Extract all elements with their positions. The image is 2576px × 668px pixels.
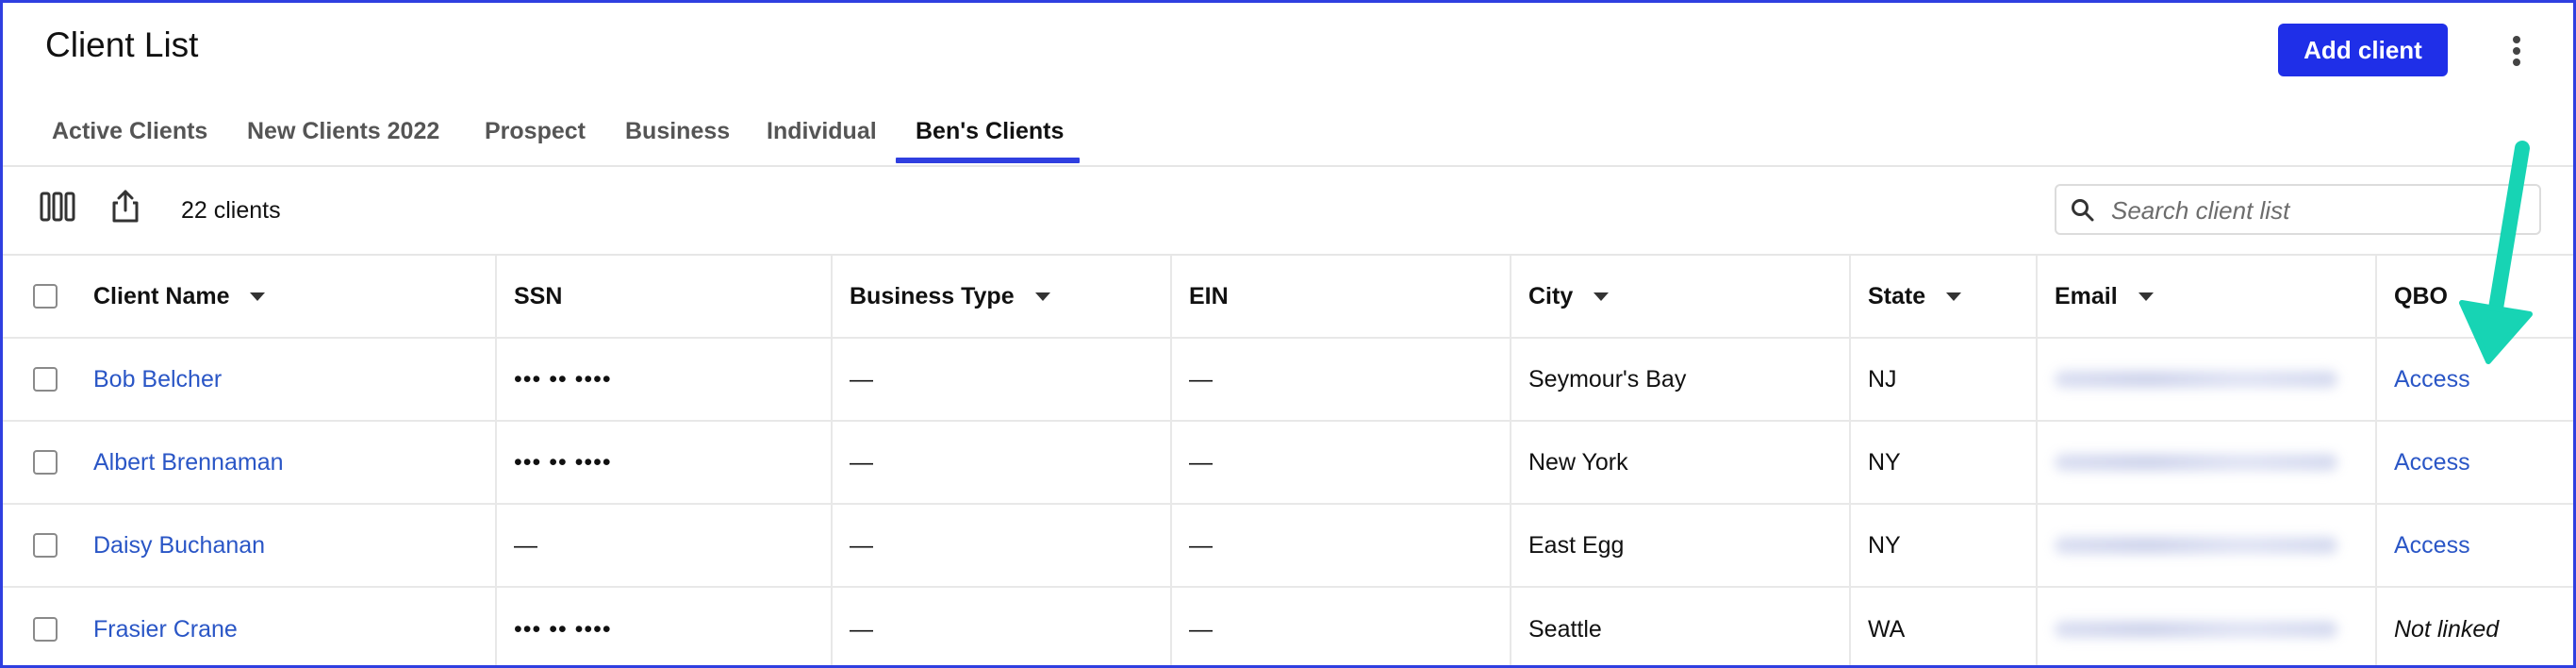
redacted-email [2055, 537, 2337, 554]
sort-caret-icon[interactable] [2138, 292, 2154, 301]
select-all-cell [14, 256, 80, 337]
city-value: New York [1528, 448, 1628, 476]
column-header-label: Email [2055, 282, 2118, 309]
city-value: Seattle [1528, 615, 1602, 643]
tab-business[interactable]: Business [625, 114, 730, 165]
client-count: 22 clients [181, 197, 281, 224]
qbo-status: Not linked [2394, 615, 2500, 643]
active-tab-indicator [896, 158, 1080, 163]
redacted-email [2055, 621, 2337, 638]
qbo-access-link[interactable]: Access [2375, 422, 2573, 503]
ein-value: — [1189, 531, 1213, 559]
state-value: NJ [1868, 365, 1897, 392]
ssn-value: ••• •• •••• [514, 615, 612, 643]
column-header-state[interactable]: State [1849, 256, 2036, 337]
table-row: Bob Belcher ••• •• •••• — — Seymour's Ba… [3, 339, 2573, 422]
sort-caret-icon[interactable] [1593, 292, 1610, 301]
column-header-city[interactable]: City [1510, 256, 1849, 337]
tab-individual[interactable]: Individual [767, 114, 877, 165]
ein-value: — [1189, 615, 1213, 643]
add-client-button[interactable]: Add client [2278, 24, 2448, 76]
row-checkbox[interactable] [33, 617, 58, 642]
business-type-value: — [850, 531, 873, 559]
sort-caret-icon[interactable] [1034, 292, 1050, 301]
row-select-cell [14, 588, 80, 665]
column-header-label: Business Type [850, 282, 1015, 309]
table-row: Frasier Crane ••• •• •••• — — Seattle WA… [3, 588, 2573, 665]
table-row: Albert Brennaman ••• •• •••• — — New Yor… [3, 422, 2573, 505]
sort-caret-icon[interactable] [250, 292, 266, 301]
table-row: Daisy Buchanan — — — East Egg NY Access [3, 505, 2573, 588]
column-header-label: City [1528, 282, 1574, 309]
client-name-link[interactable]: Daisy Buchanan [74, 505, 495, 586]
column-header-email[interactable]: Email [2036, 256, 2375, 337]
city-value: East Egg [1528, 531, 1625, 559]
column-header-label: Client Name [93, 282, 230, 309]
qbo-access-link[interactable]: Access [2375, 505, 2573, 586]
ein-value: — [1189, 448, 1213, 476]
column-header-ssn: SSN [495, 256, 831, 337]
state-value: NY [1868, 531, 1901, 559]
search-icon [2072, 199, 2094, 222]
columns-icon[interactable] [39, 188, 80, 229]
row-checkbox[interactable] [33, 367, 58, 392]
ssn-value: ••• •• •••• [514, 448, 612, 476]
redacted-email [2055, 454, 2337, 471]
redacted-email [2055, 371, 2337, 388]
page-title: Client List [45, 25, 199, 64]
select-all-checkbox[interactable] [33, 284, 58, 309]
list-toolbar: 22 clients [3, 167, 2573, 256]
state-value: NY [1868, 448, 1901, 476]
annotation-arrow-icon [2459, 141, 2533, 364]
ssn-value: — [514, 531, 537, 559]
tab-new-clients-2022[interactable]: New Clients 2022 [247, 114, 439, 165]
client-name-link[interactable]: Albert Brennaman [74, 422, 495, 503]
email-value-redacted [2036, 588, 2375, 665]
ein-value: — [1189, 365, 1213, 392]
email-value-redacted [2036, 339, 2375, 420]
column-header-label: SSN [514, 282, 563, 309]
business-type-value: — [850, 615, 873, 643]
app-window: Client List Add client Active Clients Ne… [0, 0, 2576, 668]
state-value: WA [1868, 615, 1906, 643]
column-header-label: EIN [1189, 282, 1229, 309]
column-header-label: State [1868, 282, 1926, 309]
page-header: Client List Add client Active Clients Ne… [3, 3, 2573, 167]
row-checkbox[interactable] [33, 450, 58, 475]
sort-caret-icon[interactable] [1946, 292, 1962, 301]
column-header-client-name[interactable]: Client Name [74, 256, 495, 337]
tab-active-clients[interactable]: Active Clients [52, 114, 207, 165]
column-header-business-type[interactable]: Business Type [831, 256, 1170, 337]
row-select-cell [14, 339, 80, 420]
row-checkbox[interactable] [33, 533, 58, 558]
ssn-value: ••• •• •••• [514, 365, 612, 392]
email-value-redacted [2036, 422, 2375, 503]
client-name-link[interactable]: Bob Belcher [74, 339, 495, 420]
table-header-row: Client Name SSN Business Type EIN City S… [3, 256, 2573, 339]
row-select-cell [14, 422, 80, 503]
column-header-label: QBO [2394, 282, 2448, 309]
city-value: Seymour's Bay [1528, 365, 1687, 392]
client-name-link[interactable]: Frasier Crane [74, 588, 495, 665]
row-select-cell [14, 505, 80, 586]
share-icon[interactable] [107, 188, 148, 229]
business-type-value: — [850, 448, 873, 476]
tab-prospect[interactable]: Prospect [485, 114, 586, 165]
business-type-value: — [850, 365, 873, 392]
more-options-icon[interactable] [2500, 33, 2534, 71]
email-value-redacted [2036, 505, 2375, 586]
column-header-ein: EIN [1170, 256, 1510, 337]
